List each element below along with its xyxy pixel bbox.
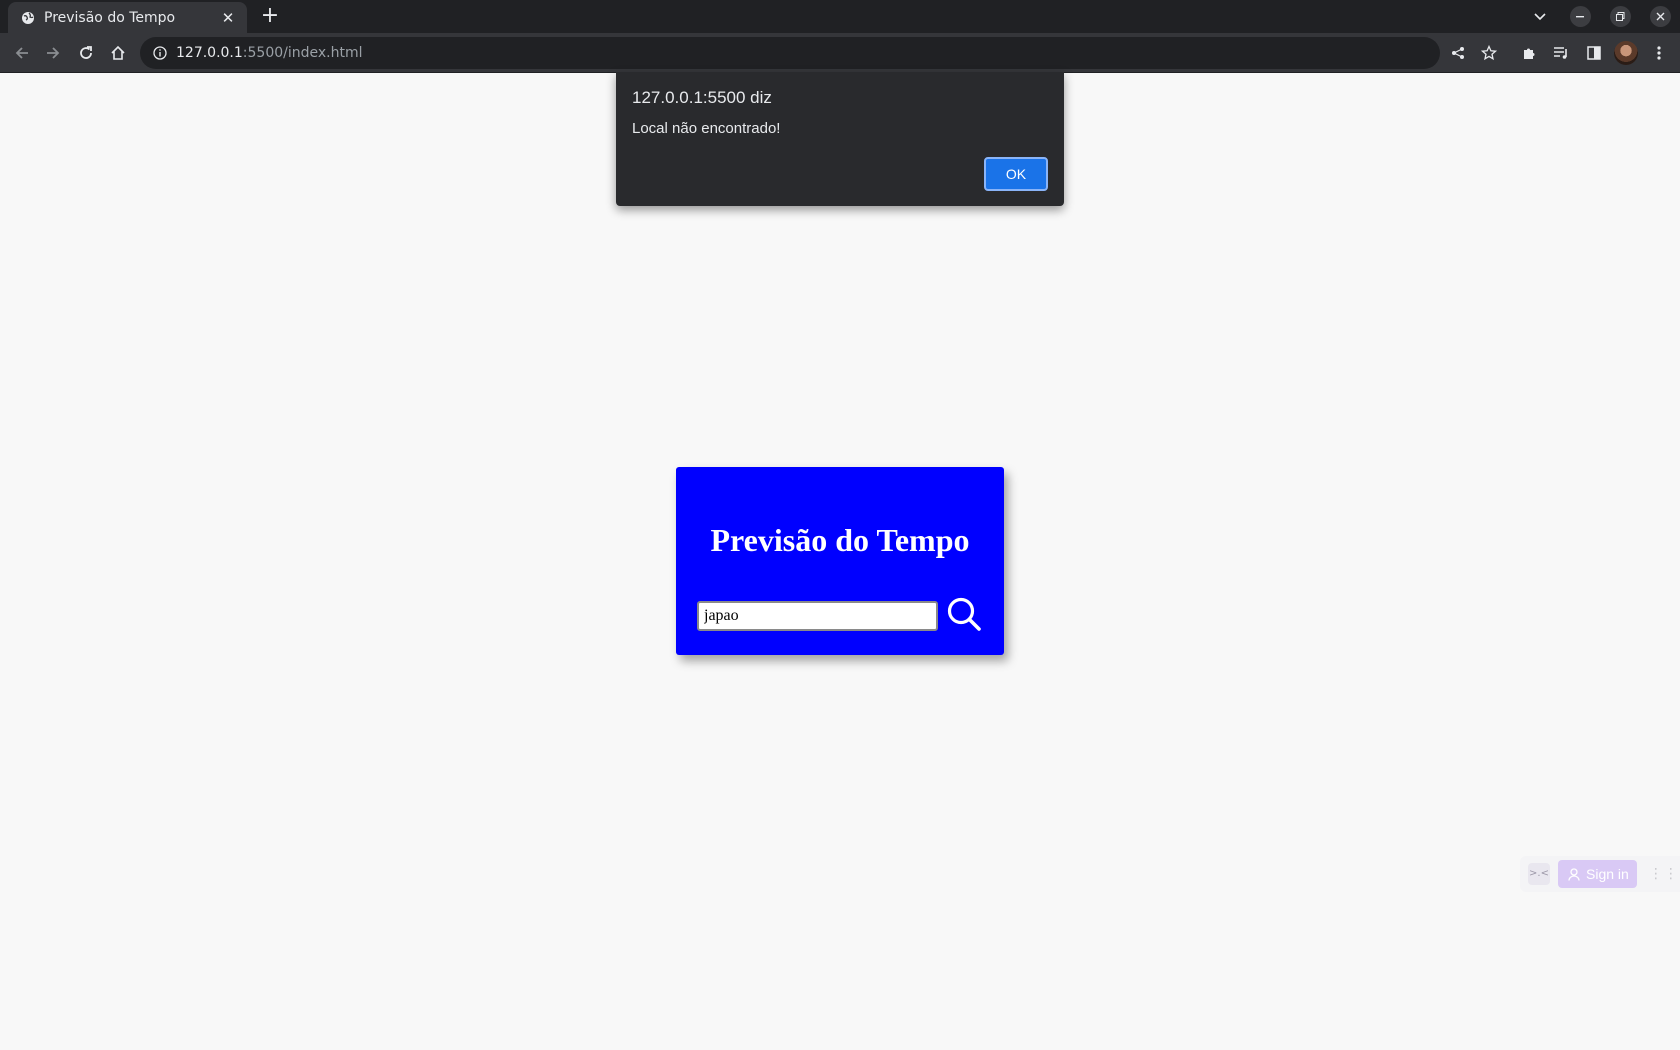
- address-bar[interactable]: 127.0.0.1:5500/index.html: [140, 37, 1440, 69]
- chevron-down-icon[interactable]: [1528, 5, 1552, 29]
- drag-handle-icon[interactable]: ⋮⋮: [1649, 867, 1679, 881]
- weather-card: Previsão do Tempo: [676, 467, 1004, 655]
- extension-widget: >.< Sign in ⋮⋮: [1520, 856, 1680, 892]
- alert-dialog: 127.0.0.1:5500 diz Local não encontrado!…: [616, 72, 1064, 206]
- share-icon[interactable]: [1446, 41, 1470, 65]
- browser-tab[interactable]: Previsão do Tempo ✕: [8, 2, 247, 33]
- dialog-message: Local não encontrado!: [632, 120, 781, 137]
- url-host: 127.0.0.1: [176, 45, 243, 61]
- extension-logo-icon[interactable]: >.<: [1528, 863, 1550, 885]
- window-controls: [1512, 0, 1680, 33]
- search-input[interactable]: [697, 601, 938, 631]
- globe-icon: [20, 10, 36, 26]
- dialog-title: 127.0.0.1:5500 diz: [632, 88, 772, 107]
- avatar[interactable]: [1614, 41, 1638, 65]
- ok-button[interactable]: OK: [984, 157, 1048, 191]
- home-icon[interactable]: [106, 41, 130, 65]
- search-button[interactable]: [946, 596, 984, 634]
- user-icon: [1568, 867, 1580, 881]
- minimize-icon[interactable]: [1568, 5, 1592, 29]
- maximize-icon[interactable]: [1608, 5, 1632, 29]
- close-icon[interactable]: ✕: [219, 9, 237, 27]
- puzzle-icon[interactable]: [1517, 41, 1541, 65]
- signin-label: Sign in: [1586, 866, 1629, 882]
- search-icon: [946, 597, 984, 637]
- info-icon[interactable]: [152, 45, 168, 61]
- forward-icon[interactable]: [41, 41, 65, 65]
- star-icon[interactable]: [1477, 41, 1501, 65]
- plus-icon[interactable]: +: [258, 4, 282, 28]
- sidepanel-icon[interactable]: [1582, 41, 1606, 65]
- back-icon[interactable]: [10, 41, 34, 65]
- menu-dots-icon[interactable]: [1647, 41, 1671, 65]
- playlist-icon[interactable]: [1549, 41, 1573, 65]
- browser-toolbar: 127.0.0.1:5500/index.html: [0, 33, 1680, 73]
- close-window-icon[interactable]: [1648, 5, 1672, 29]
- signin-button[interactable]: Sign in: [1558, 860, 1637, 888]
- tab-title: Previsão do Tempo: [44, 9, 176, 26]
- url-path: :5500/index.html: [242, 45, 363, 61]
- page-title: Previsão do Tempo: [710, 522, 970, 558]
- tab-strip: Previsão do Tempo ✕ +: [0, 0, 1680, 33]
- reload-icon[interactable]: [74, 41, 98, 65]
